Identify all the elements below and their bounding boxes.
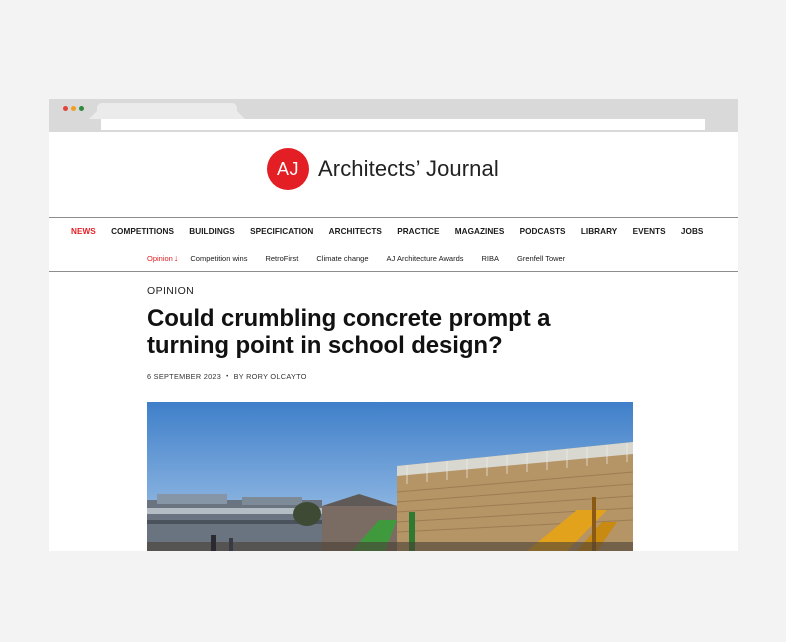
site-logo[interactable]: AJ Architects’ Journal: [267, 148, 499, 190]
subnav-item-riba[interactable]: RIBA: [482, 254, 500, 263]
nav-item-architects[interactable]: ARCHITECTS: [329, 227, 382, 236]
subnav-item-competition-wins[interactable]: Competition wins: [190, 254, 247, 263]
window-controls: [63, 106, 84, 111]
browser-window: AJ Architects’ Journal NEWS COMPETITIONS…: [49, 99, 738, 551]
nav-item-events[interactable]: EVENTS: [633, 227, 666, 236]
subnav-item-grenfell-tower[interactable]: Grenfell Tower: [517, 254, 565, 263]
nav-divider-top: [49, 217, 738, 218]
nav-item-magazines[interactable]: MAGAZINES: [455, 227, 505, 236]
article-kicker[interactable]: OPINION: [147, 285, 194, 297]
arrow-down-icon: ↓: [173, 253, 179, 263]
address-bar[interactable]: [101, 119, 705, 130]
maximize-dot-icon[interactable]: [79, 106, 84, 111]
nav-item-competitions[interactable]: COMPETITIONS: [111, 227, 174, 236]
nav-item-practice[interactable]: PRACTICE: [397, 227, 439, 236]
subnav-item-label: Opinion: [147, 254, 173, 263]
browser-tab[interactable]: [97, 103, 237, 119]
nav-item-news[interactable]: NEWS: [71, 227, 96, 236]
byline-separator: •: [226, 373, 229, 380]
subnav-item-retrofirst[interactable]: RetroFirst: [265, 254, 298, 263]
subnav-item-climate-change[interactable]: Climate change: [316, 254, 368, 263]
subnav-item-aj-awards[interactable]: AJ Architecture Awards: [387, 254, 464, 263]
article-date: 6 SEPTEMBER 2023: [147, 372, 222, 381]
logo-mark: AJ: [267, 148, 309, 190]
school-building-photo: [147, 402, 633, 551]
nav-divider-bottom: [49, 271, 738, 272]
nav-item-podcasts[interactable]: PODCASTS: [520, 227, 566, 236]
nav-item-specification[interactable]: SPECIFICATION: [250, 227, 313, 236]
site-name: Architects’ Journal: [318, 156, 499, 181]
minimize-dot-icon[interactable]: [71, 106, 76, 111]
subnav-item-opinion[interactable]: Opinion ↓: [147, 253, 179, 264]
article-headline: Could crumbling concrete prompt a turnin…: [147, 305, 551, 359]
sub-nav: Opinion ↓ Competition wins RetroFirst Cl…: [147, 253, 583, 264]
nav-item-buildings[interactable]: BUILDINGS: [189, 227, 234, 236]
browser-chrome: [49, 99, 738, 132]
article-author[interactable]: BY RORY OLCAYTO: [234, 372, 307, 381]
article-byline: 6 SEPTEMBER 2023 • BY RORY OLCAYTO: [147, 372, 307, 381]
main-nav: NEWS COMPETITIONS BUILDINGS SPECIFICATIO…: [71, 227, 719, 236]
nav-item-library[interactable]: LIBRARY: [581, 227, 617, 236]
close-dot-icon[interactable]: [63, 106, 68, 111]
nav-item-jobs[interactable]: JOBS: [681, 227, 704, 236]
hero-image[interactable]: [147, 402, 633, 551]
